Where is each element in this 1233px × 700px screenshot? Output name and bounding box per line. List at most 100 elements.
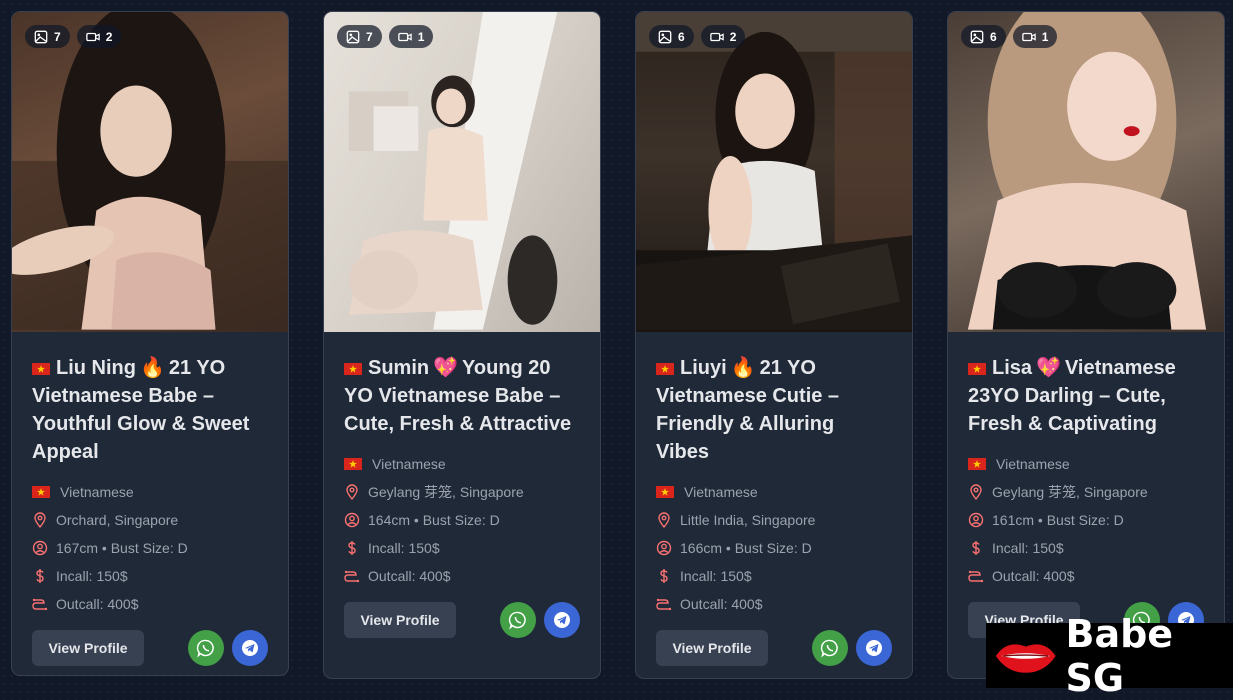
profile-card[interactable]: 6 1 Lisa💖Vietnamese 23YO Darling – Cute,…: [947, 11, 1225, 679]
vietnam-flag-icon: [344, 363, 362, 375]
stats-row: 166cm • Bust Size: D: [656, 534, 892, 562]
profile-title[interactable]: Liu Ning🔥21 YO Vietnamese Babe – Youthfu…: [32, 354, 268, 466]
view-profile-button[interactable]: View Profile: [656, 630, 768, 666]
nationality-row: Vietnamese: [968, 450, 1204, 478]
image-icon: [346, 30, 360, 44]
telegram-button[interactable]: [544, 602, 580, 638]
profile-card[interactable]: 7 1 Sumin💖Young 20 YO Vietnamese Babe – …: [323, 11, 601, 679]
nationality-row: Vietnamese: [32, 478, 268, 506]
car-route-icon: [656, 596, 672, 612]
body-stats: 161cm • Bust Size: D: [992, 512, 1124, 528]
telegram-button[interactable]: [856, 630, 892, 666]
site-logo[interactable]: Babe SG: [986, 623, 1233, 688]
dollar-icon: [32, 568, 48, 584]
video-count: 2: [730, 30, 737, 44]
outcall-row: Outcall: 400$: [32, 590, 268, 618]
whatsapp-button[interactable]: [188, 630, 224, 666]
telegram-button[interactable]: [232, 630, 268, 666]
location: Geylang 芽笼, Singapore: [992, 482, 1148, 502]
map-pin-icon: [968, 484, 984, 500]
photo-count: 6: [678, 30, 685, 44]
photo-count: 7: [366, 30, 373, 44]
stats-row: 161cm • Bust Size: D: [968, 506, 1204, 534]
user-circle-icon: [32, 540, 48, 556]
outcall-rate: Outcall: 400$: [56, 596, 139, 612]
profile-name: Lisa: [992, 357, 1032, 379]
nationality: Vietnamese: [684, 484, 758, 500]
telegram-icon: [864, 638, 884, 658]
image-icon: [34, 30, 48, 44]
location: Orchard, Singapore: [56, 512, 178, 528]
fire-icon: 🔥: [731, 357, 756, 379]
view-profile-button[interactable]: View Profile: [32, 630, 144, 666]
dollar-icon: [656, 568, 672, 584]
telegram-icon: [552, 610, 572, 630]
location-row: Little India, Singapore: [656, 506, 892, 534]
vietnam-flag-icon: [656, 363, 674, 375]
incall-rate: Incall: 150$: [992, 540, 1064, 556]
outcall-rate: Outcall: 400$: [992, 568, 1075, 584]
nationality-row: Vietnamese: [344, 450, 580, 478]
vietnam-flag-icon: [344, 458, 362, 470]
photo-figure: [948, 12, 1224, 330]
logo-text: Babe SG: [1066, 612, 1233, 700]
nationality: Vietnamese: [60, 484, 134, 500]
photo-count: 7: [54, 30, 61, 44]
image-icon: [658, 30, 672, 44]
incall-rate: Incall: 150$: [680, 568, 752, 584]
profile-photo[interactable]: 6 1: [948, 12, 1224, 332]
profile-grid: 7 2 Liu Ning🔥21 YO Vietnamese Babe – You…: [11, 11, 1227, 688]
profile-photo[interactable]: 6 2: [636, 12, 912, 332]
nationality: Vietnamese: [996, 456, 1070, 472]
body-stats: 164cm • Bust Size: D: [368, 512, 500, 528]
map-pin-icon: [32, 512, 48, 528]
video-icon: [1022, 30, 1036, 44]
incall-row: Incall: 150$: [32, 562, 268, 590]
car-route-icon: [32, 596, 48, 612]
location-row: Geylang 芽笼, Singapore: [968, 478, 1204, 506]
whatsapp-button[interactable]: [500, 602, 536, 638]
outcall-row: Outcall: 400$: [656, 590, 892, 618]
profile-name: Liu Ning: [56, 357, 136, 379]
video-count: 1: [418, 30, 425, 44]
lips-logo-icon: [994, 634, 1058, 678]
video-count-badge: 1: [1013, 25, 1058, 48]
profile-photo[interactable]: 7 2: [12, 12, 288, 332]
map-pin-icon: [344, 484, 360, 500]
photo-figure: [636, 12, 912, 330]
video-count: 1: [1042, 30, 1049, 44]
whatsapp-button[interactable]: [812, 630, 848, 666]
profile-title[interactable]: Sumin💖Young 20 YO Vietnamese Babe – Cute…: [344, 354, 580, 438]
outcall-rate: Outcall: 400$: [680, 596, 763, 612]
profile-card[interactable]: 7 2 Liu Ning🔥21 YO Vietnamese Babe – You…: [11, 11, 289, 676]
incall-row: Incall: 150$: [344, 534, 580, 562]
vietnam-flag-icon: [968, 458, 986, 470]
outcall-row: Outcall: 400$: [968, 562, 1204, 590]
outcall-rate: Outcall: 400$: [368, 568, 451, 584]
video-icon: [710, 30, 724, 44]
dollar-icon: [344, 540, 360, 556]
vietnam-flag-icon: [968, 363, 986, 375]
fire-icon: 🔥: [140, 357, 165, 379]
user-circle-icon: [968, 512, 984, 528]
profile-photo[interactable]: 7 1: [324, 12, 600, 332]
vietnam-flag-icon: [32, 363, 50, 375]
user-circle-icon: [344, 512, 360, 528]
nationality-row: Vietnamese: [656, 478, 892, 506]
video-count: 2: [106, 30, 113, 44]
photo-count-badge: 7: [337, 25, 382, 48]
photo-count-badge: 6: [961, 25, 1006, 48]
video-icon: [86, 30, 100, 44]
car-route-icon: [344, 568, 360, 584]
incall-row: Incall: 150$: [968, 534, 1204, 562]
profile-title[interactable]: Liuyi🔥21 YO Vietnamese Cutie – Friendly …: [656, 354, 892, 466]
view-profile-button[interactable]: View Profile: [344, 602, 456, 638]
telegram-icon: [240, 638, 260, 658]
video-count-badge: 1: [389, 25, 434, 48]
profile-name: Sumin: [368, 357, 429, 379]
incall-rate: Incall: 150$: [368, 540, 440, 556]
whatsapp-icon: [508, 610, 528, 630]
profile-title[interactable]: Lisa💖Vietnamese 23YO Darling – Cute, Fre…: [968, 354, 1204, 438]
whatsapp-icon: [820, 638, 840, 658]
profile-card[interactable]: 6 2 Liuyi🔥21 YO Vietnamese Cutie – Frien…: [635, 11, 913, 679]
